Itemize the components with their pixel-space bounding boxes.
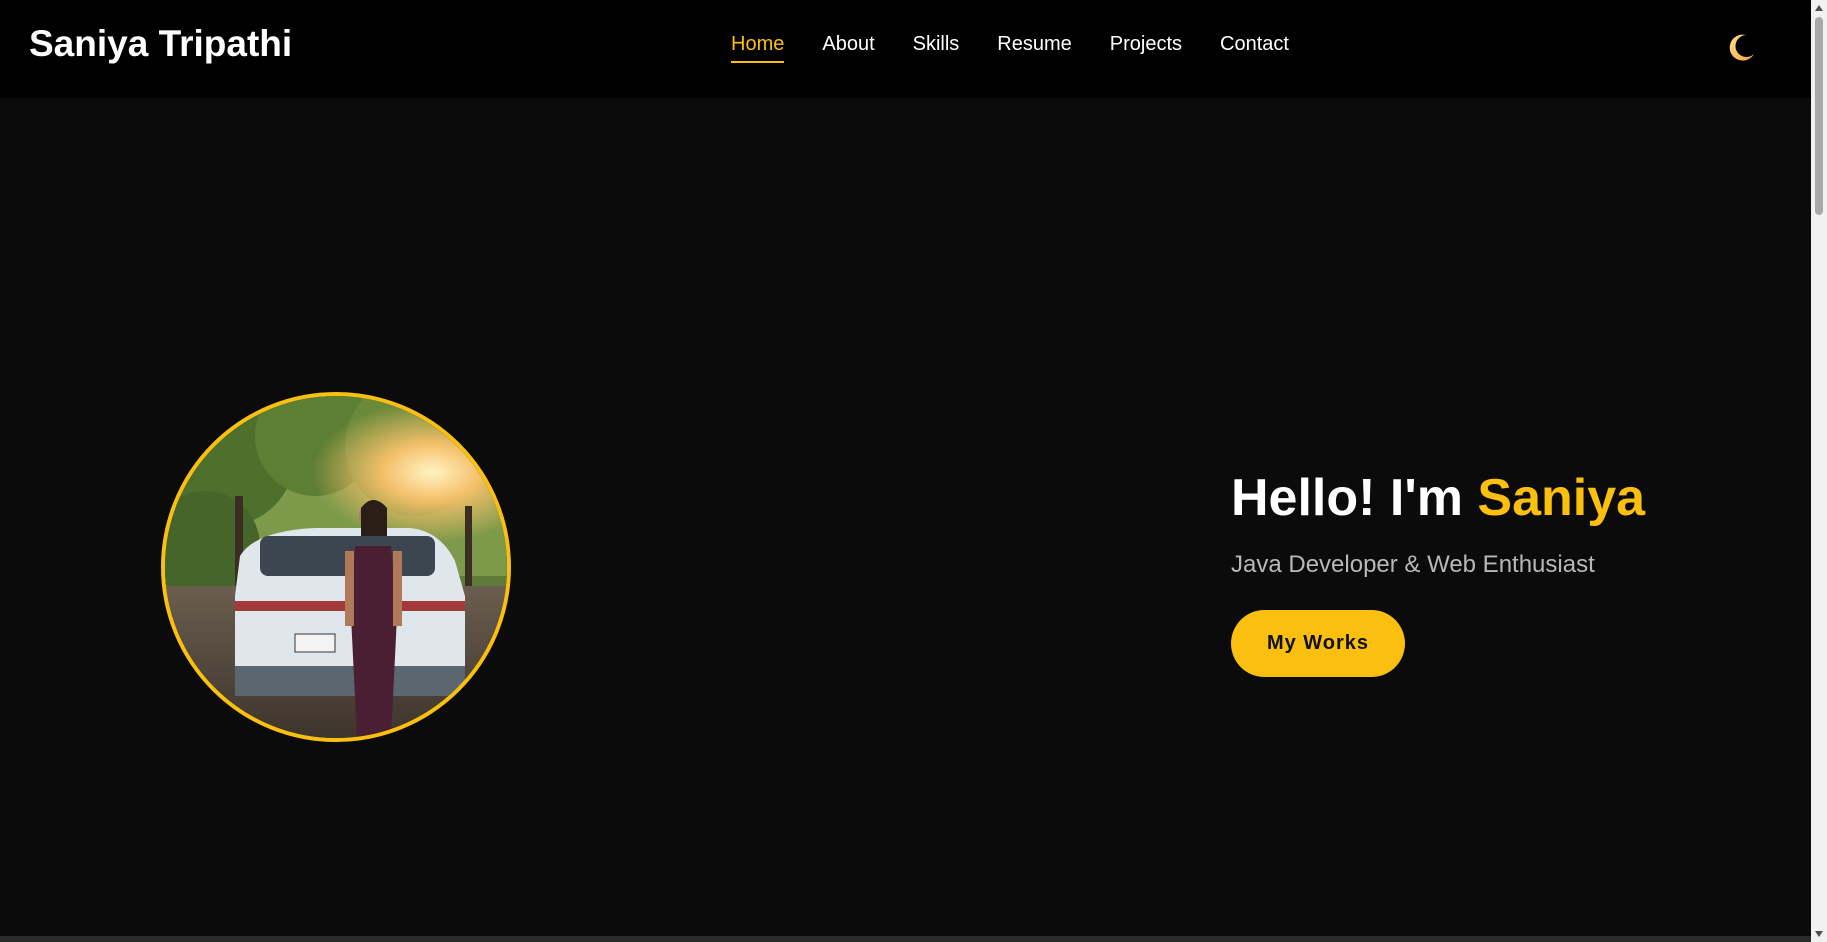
theme-toggle-button[interactable]	[1724, 31, 1758, 65]
hero-text: Hello! I'm Saniya Java Developer & Web E…	[1231, 466, 1645, 677]
nav-link-resume[interactable]: Resume	[997, 31, 1071, 57]
page: Saniya Tripathi Home About Skills Resume…	[0, 0, 1827, 942]
nav-link-home[interactable]: Home	[731, 31, 785, 63]
navbar: Saniya Tripathi Home About Skills Resume…	[0, 0, 1811, 98]
hero-heading: Hello! I'm Saniya	[1231, 466, 1645, 530]
scroll-thumb[interactable]	[1815, 17, 1823, 215]
hero-name: Saniya	[1477, 469, 1646, 527]
nav-link-skills[interactable]: Skills	[913, 31, 960, 57]
hero-subtitle: Java Developer & Web Enthusiast	[1231, 551, 1595, 578]
vertical-scrollbar[interactable]	[1811, 0, 1827, 942]
section-divider	[0, 936, 1811, 942]
hero-greeting: Hello! I'm	[1231, 469, 1478, 527]
nav-link-about[interactable]: About	[822, 31, 874, 57]
nav-link-contact[interactable]: Contact	[1220, 31, 1289, 57]
profile-photo	[161, 392, 511, 742]
scroll-down-icon[interactable]	[1815, 931, 1823, 937]
main-nav: Home About Skills Resume Projects Contac…	[731, 31, 1289, 63]
moon-icon	[1729, 34, 1754, 61]
nav-link-projects[interactable]: Projects	[1110, 31, 1182, 57]
hero-section: Hello! I'm Saniya Java Developer & Web E…	[0, 98, 1811, 936]
scroll-up-icon[interactable]	[1815, 5, 1823, 11]
my-works-button[interactable]: My Works	[1231, 610, 1405, 677]
site-brand[interactable]: Saniya Tripathi	[29, 22, 292, 66]
